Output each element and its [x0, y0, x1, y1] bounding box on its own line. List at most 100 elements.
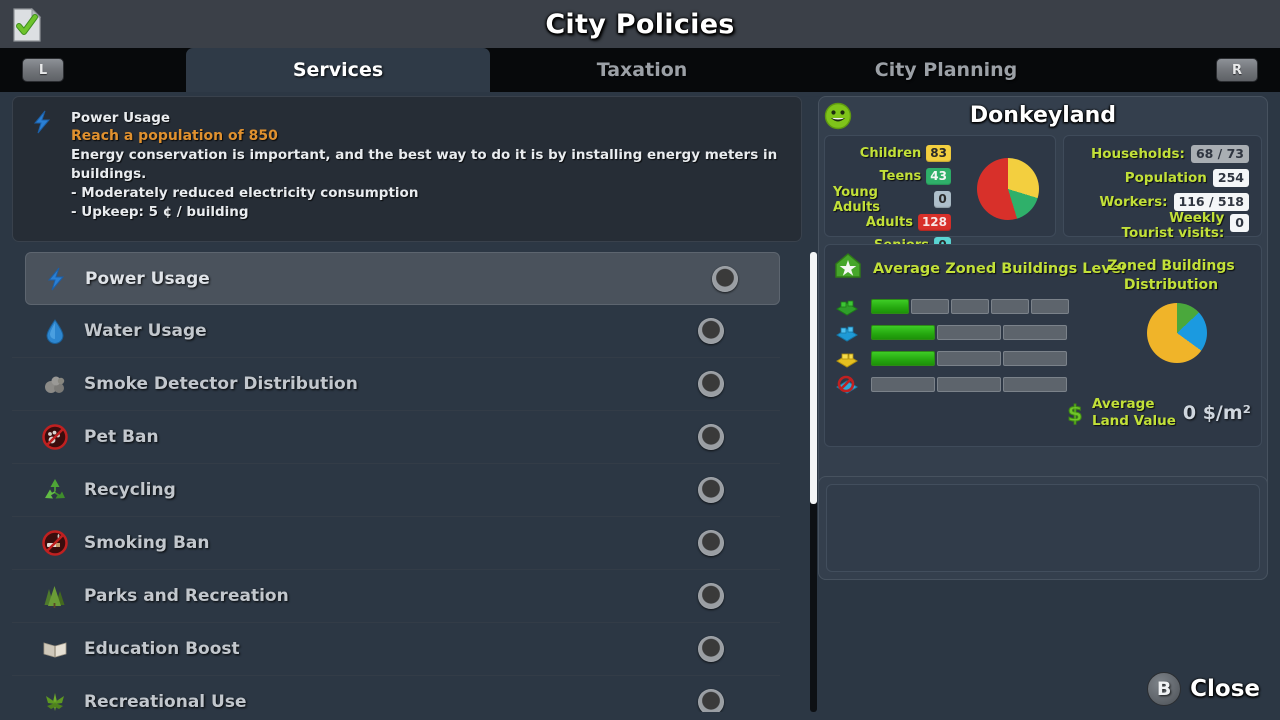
zoned-distribution-title: Zoned Buildings Distribution — [1091, 257, 1251, 295]
policy-row-recycling[interactable]: Recycling — [12, 464, 780, 517]
zoned-bar-industrial — [833, 345, 1069, 371]
demographic-value: 0 — [934, 191, 951, 208]
policy-toggle[interactable] — [698, 530, 724, 556]
policy-label: Parks and Recreation — [84, 586, 289, 606]
policy-label: Smoke Detector Distribution — [84, 374, 358, 394]
policy-row-water-usage[interactable]: Water Usage — [12, 305, 780, 358]
policy-toggle[interactable] — [698, 689, 724, 712]
commercial-zone-icon — [833, 321, 861, 343]
stat-population: Population 254 — [1072, 166, 1253, 190]
policy-list-container: Power Usage Water Usage Smoke Detector D… — [12, 252, 802, 712]
policy-info-title: Power Usage — [71, 109, 787, 127]
tab-taxation[interactable]: Taxation — [490, 48, 794, 92]
tab-city-planning[interactable]: City Planning — [794, 48, 1098, 92]
policy-label: Recreational Use — [84, 692, 247, 712]
segment — [871, 325, 935, 340]
trees-icon — [42, 583, 68, 609]
segment — [871, 351, 935, 366]
average-land-value: $ Average Land Value 0 $/m² — [1065, 396, 1251, 430]
demographic-label: Adults — [866, 215, 913, 230]
land-value-label-line2: Land Value — [1092, 413, 1176, 430]
policy-row-power-usage[interactable]: Power Usage — [25, 252, 780, 305]
policy-row-smoke-detector-distribution[interactable]: Smoke Detector Distribution — [12, 358, 780, 411]
stat-households: Households: 68 / 73 — [1072, 142, 1253, 166]
policy-label: Water Usage — [84, 321, 207, 341]
policy-info-description: Energy conservation is important, and th… — [71, 146, 787, 184]
office-zone-disabled-icon — [833, 373, 861, 395]
segment — [991, 299, 1029, 314]
policy-label: Power Usage — [85, 269, 210, 289]
stat-value: 254 — [1213, 169, 1249, 187]
secondary-info-panel — [818, 476, 1268, 580]
segment — [937, 351, 1001, 366]
water-drop-icon — [42, 318, 68, 344]
policy-row-education-boost[interactable]: Education Boost — [12, 623, 780, 676]
stat-label: Weekly Tourist visits: — [1122, 211, 1225, 241]
policy-list[interactable]: Power Usage Water Usage Smoke Detector D… — [12, 252, 780, 712]
residential-zone-icon — [833, 295, 861, 317]
policy-toggle[interactable] — [698, 583, 724, 609]
dollar-icon: $ — [1065, 401, 1085, 425]
policy-info-requirement: Reach a population of 850 — [71, 127, 787, 146]
segment — [1003, 325, 1067, 340]
city-name: Donkeyland — [819, 97, 1267, 135]
document-check-icon — [12, 8, 42, 42]
zoned-level-bars — [833, 293, 1069, 397]
tab-group: Services Taxation City Planning — [186, 48, 1098, 92]
policy-row-recreational-use[interactable]: Recreational Use — [12, 676, 780, 712]
zoned-bar-commercial — [833, 319, 1069, 345]
stat-tourist-visits: Weekly Tourist visits: 0 — [1072, 214, 1253, 238]
lightning-bolt-icon — [43, 266, 69, 292]
policy-info-card: Power Usage Reach a population of 850 En… — [12, 96, 802, 242]
left-shoulder-button[interactable]: L — [22, 58, 64, 82]
demographic-young-adults: Young Adults 0 — [833, 188, 951, 211]
household-list: Households: 68 / 73 Population 254 Worke… — [1072, 142, 1253, 238]
policy-toggle[interactable] — [698, 371, 724, 397]
tab-services[interactable]: Services — [186, 48, 490, 92]
stat-label: Population — [1125, 171, 1207, 186]
policy-row-smoking-ban[interactable]: Smoking Ban — [12, 517, 780, 570]
policy-row-pet-ban[interactable]: Pet Ban — [12, 411, 780, 464]
segment — [951, 299, 989, 314]
stat-value: 116 / 518 — [1174, 193, 1249, 211]
policy-label: Education Boost — [84, 639, 240, 659]
title-bar: City Policies — [0, 0, 1280, 48]
svg-text:$: $ — [1067, 402, 1082, 425]
policy-info-effect-1: - Moderately reduced electricity consump… — [71, 184, 787, 203]
segment — [937, 325, 1001, 340]
stat-label: Households: — [1091, 147, 1185, 162]
policy-toggle[interactable] — [712, 266, 738, 292]
policy-toggle[interactable] — [698, 318, 724, 344]
policy-label: Smoking Ban — [84, 533, 210, 553]
policy-label: Pet Ban — [84, 427, 159, 447]
button-b-icon[interactable]: B — [1147, 672, 1181, 706]
policy-list-scrollbar[interactable] — [810, 252, 817, 712]
policy-row-parks-and-recreation[interactable]: Parks and Recreation — [12, 570, 780, 623]
policy-toggle[interactable] — [698, 636, 724, 662]
scrollbar-thumb[interactable] — [810, 252, 817, 504]
close-button-label: Close — [1190, 676, 1260, 702]
demographic-label: Teens — [880, 169, 922, 184]
policy-info-body: Power Usage Reach a population of 850 En… — [71, 109, 787, 222]
smoke-cloud-icon — [42, 371, 68, 397]
right-shoulder-button[interactable]: R — [1216, 58, 1258, 82]
stat-value: 68 / 73 — [1191, 145, 1249, 163]
land-value-label-group: Average Land Value — [1092, 396, 1176, 430]
city-policies-window: City Policies L Services Taxation City P… — [0, 0, 1280, 720]
recycling-icon — [42, 477, 68, 503]
policy-info-effect-2: - Upkeep: 5 ¢ / building — [71, 203, 787, 222]
zoned-level-title: Average Zoned Buildings Level — [873, 261, 1126, 277]
policy-toggle[interactable] — [698, 477, 724, 503]
zoned-distribution-pie-chart — [1147, 303, 1207, 363]
city-header: Donkeyland — [819, 97, 1267, 135]
close-button[interactable]: B Close — [1147, 670, 1260, 708]
demographics-list: Children 83 Teens 43 Young Adults 0 Adul… — [833, 142, 951, 257]
segment — [871, 377, 935, 392]
secondary-info-content — [826, 484, 1260, 572]
policy-toggle[interactable] — [698, 424, 724, 450]
policy-label: Recycling — [84, 480, 176, 500]
demographic-children: Children 83 — [833, 142, 951, 165]
stat-label: Workers: — [1099, 195, 1167, 210]
segment — [1003, 377, 1067, 392]
star-house-icon — [834, 253, 862, 279]
